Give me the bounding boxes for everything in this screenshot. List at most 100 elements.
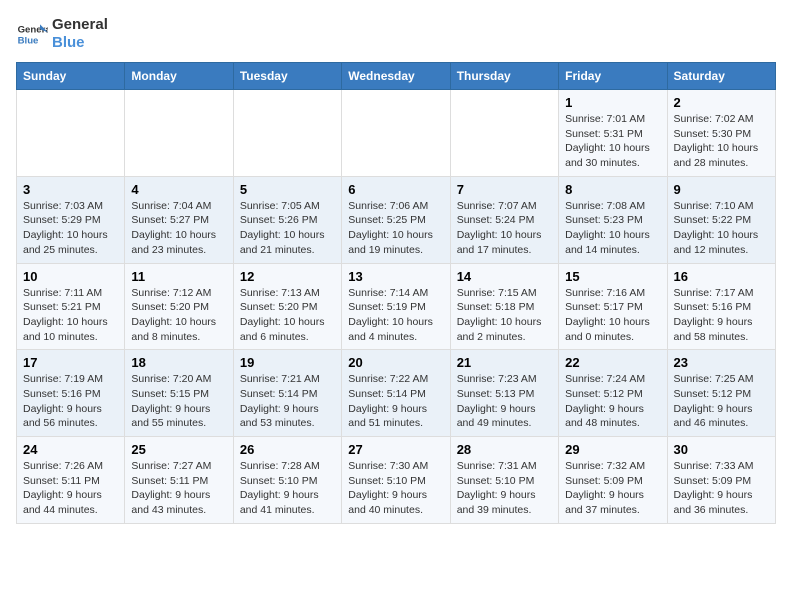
day-number: 3	[23, 182, 118, 197]
day-number: 20	[348, 355, 443, 370]
calendar-cell: 17 Sunrise: 7:19 AM Sunset: 5:16 PM Dayli…	[17, 350, 125, 437]
weekday-header: Tuesday	[233, 63, 341, 90]
day-info: Sunrise: 7:04 AM Sunset: 5:27 PM Dayligh…	[131, 199, 226, 258]
calendar-cell: 1 Sunrise: 7:01 AM Sunset: 5:31 PM Daylig…	[559, 90, 667, 177]
calendar-cell: 25 Sunrise: 7:27 AM Sunset: 5:11 PM Dayli…	[125, 437, 233, 524]
calendar-table: SundayMondayTuesdayWednesdayThursdayFrid…	[16, 62, 776, 524]
weekday-header: Sunday	[17, 63, 125, 90]
calendar-cell: 9 Sunrise: 7:10 AM Sunset: 5:22 PM Daylig…	[667, 176, 775, 263]
day-number: 22	[565, 355, 660, 370]
day-info: Sunrise: 7:10 AM Sunset: 5:22 PM Dayligh…	[674, 199, 769, 258]
day-info: Sunrise: 7:15 AM Sunset: 5:18 PM Dayligh…	[457, 286, 552, 345]
calendar-cell: 24 Sunrise: 7:26 AM Sunset: 5:11 PM Dayli…	[17, 437, 125, 524]
calendar-header: SundayMondayTuesdayWednesdayThursdayFrid…	[17, 63, 776, 90]
calendar-cell: 5 Sunrise: 7:05 AM Sunset: 5:26 PM Daylig…	[233, 176, 341, 263]
calendar-cell: 2 Sunrise: 7:02 AM Sunset: 5:30 PM Daylig…	[667, 90, 775, 177]
calendar-cell	[233, 90, 341, 177]
day-info: Sunrise: 7:05 AM Sunset: 5:26 PM Dayligh…	[240, 199, 335, 258]
day-info: Sunrise: 7:07 AM Sunset: 5:24 PM Dayligh…	[457, 199, 552, 258]
day-number: 24	[23, 442, 118, 457]
day-number: 18	[131, 355, 226, 370]
day-number: 28	[457, 442, 552, 457]
day-info: Sunrise: 7:14 AM Sunset: 5:19 PM Dayligh…	[348, 286, 443, 345]
day-number: 17	[23, 355, 118, 370]
page-header: General Blue General Blue	[16, 16, 776, 52]
day-number: 10	[23, 269, 118, 284]
day-info: Sunrise: 7:33 AM Sunset: 5:09 PM Dayligh…	[674, 459, 769, 518]
day-info: Sunrise: 7:22 AM Sunset: 5:14 PM Dayligh…	[348, 372, 443, 431]
day-number: 27	[348, 442, 443, 457]
weekday-header: Saturday	[667, 63, 775, 90]
calendar-cell: 15Sunrise: 7:16 AM Sunset: 5:17 PM Dayli…	[559, 263, 667, 350]
calendar-cell: 12Sunrise: 7:13 AM Sunset: 5:20 PM Dayli…	[233, 263, 341, 350]
day-number: 25	[131, 442, 226, 457]
day-number: 1	[565, 95, 660, 110]
svg-text:Blue: Blue	[18, 36, 39, 47]
calendar-cell: 8 Sunrise: 7:08 AM Sunset: 5:23 PM Daylig…	[559, 176, 667, 263]
calendar-cell: 20 Sunrise: 7:22 AM Sunset: 5:14 PM Dayli…	[342, 350, 450, 437]
calendar-cell: 13Sunrise: 7:14 AM Sunset: 5:19 PM Dayli…	[342, 263, 450, 350]
day-number: 29	[565, 442, 660, 457]
calendar-cell: 19 Sunrise: 7:21 AM Sunset: 5:14 PM Dayli…	[233, 350, 341, 437]
calendar-cell: 18 Sunrise: 7:20 AM Sunset: 5:15 PM Dayli…	[125, 350, 233, 437]
day-number: 8	[565, 182, 660, 197]
day-number: 23	[674, 355, 769, 370]
calendar-cell	[450, 90, 558, 177]
day-number: 30	[674, 442, 769, 457]
day-number: 15	[565, 269, 660, 284]
calendar-cell: 7 Sunrise: 7:07 AM Sunset: 5:24 PM Daylig…	[450, 176, 558, 263]
day-info: Sunrise: 7:21 AM Sunset: 5:14 PM Dayligh…	[240, 372, 335, 431]
day-info: Sunrise: 7:19 AM Sunset: 5:16 PM Dayligh…	[23, 372, 118, 431]
day-number: 6	[348, 182, 443, 197]
calendar-cell	[125, 90, 233, 177]
calendar-cell: 26 Sunrise: 7:28 AM Sunset: 5:10 PM Dayli…	[233, 437, 341, 524]
calendar-cell: 30 Sunrise: 7:33 AM Sunset: 5:09 PM Dayli…	[667, 437, 775, 524]
day-info: Sunrise: 7:06 AM Sunset: 5:25 PM Dayligh…	[348, 199, 443, 258]
calendar-cell: 4 Sunrise: 7:04 AM Sunset: 5:27 PM Daylig…	[125, 176, 233, 263]
calendar-cell: 21 Sunrise: 7:23 AM Sunset: 5:13 PM Dayli…	[450, 350, 558, 437]
calendar-cell: 22Sunrise: 7:24 AM Sunset: 5:12 PM Dayli…	[559, 350, 667, 437]
calendar-cell: 29 Sunrise: 7:32 AM Sunset: 5:09 PM Dayli…	[559, 437, 667, 524]
day-number: 14	[457, 269, 552, 284]
day-number: 12	[240, 269, 335, 284]
day-info: Sunrise: 7:23 AM Sunset: 5:13 PM Dayligh…	[457, 372, 552, 431]
calendar-cell: 10 Sunrise: 7:11 AM Sunset: 5:21 PM Dayli…	[17, 263, 125, 350]
day-number: 2	[674, 95, 769, 110]
day-number: 19	[240, 355, 335, 370]
day-number: 11	[131, 269, 226, 284]
day-info: Sunrise: 7:12 AM Sunset: 5:20 PM Dayligh…	[131, 286, 226, 345]
calendar-cell	[342, 90, 450, 177]
day-info: Sunrise: 7:20 AM Sunset: 5:15 PM Dayligh…	[131, 372, 226, 431]
day-info: Sunrise: 7:27 AM Sunset: 5:11 PM Dayligh…	[131, 459, 226, 518]
calendar-cell: 3Sunrise: 7:03 AM Sunset: 5:29 PM Daylig…	[17, 176, 125, 263]
day-number: 26	[240, 442, 335, 457]
calendar-cell: 14 Sunrise: 7:15 AM Sunset: 5:18 PM Dayli…	[450, 263, 558, 350]
weekday-header: Wednesday	[342, 63, 450, 90]
calendar-cell: 28 Sunrise: 7:31 AM Sunset: 5:10 PM Dayli…	[450, 437, 558, 524]
day-info: Sunrise: 7:31 AM Sunset: 5:10 PM Dayligh…	[457, 459, 552, 518]
day-info: Sunrise: 7:26 AM Sunset: 5:11 PM Dayligh…	[23, 459, 118, 518]
logo-text: General Blue	[52, 16, 108, 52]
weekday-header: Thursday	[450, 63, 558, 90]
calendar-cell	[17, 90, 125, 177]
day-info: Sunrise: 7:02 AM Sunset: 5:30 PM Dayligh…	[674, 112, 769, 171]
calendar-cell: 23 Sunrise: 7:25 AM Sunset: 5:12 PM Dayli…	[667, 350, 775, 437]
weekday-header: Friday	[559, 63, 667, 90]
day-number: 7	[457, 182, 552, 197]
day-info: Sunrise: 7:32 AM Sunset: 5:09 PM Dayligh…	[565, 459, 660, 518]
logo-icon: General Blue	[16, 18, 48, 50]
day-number: 9	[674, 182, 769, 197]
calendar-cell: 27Sunrise: 7:30 AM Sunset: 5:10 PM Dayli…	[342, 437, 450, 524]
day-info: Sunrise: 7:25 AM Sunset: 5:12 PM Dayligh…	[674, 372, 769, 431]
day-info: Sunrise: 7:28 AM Sunset: 5:10 PM Dayligh…	[240, 459, 335, 518]
day-number: 5	[240, 182, 335, 197]
day-number: 21	[457, 355, 552, 370]
day-number: 4	[131, 182, 226, 197]
day-info: Sunrise: 7:17 AM Sunset: 5:16 PM Dayligh…	[674, 286, 769, 345]
calendar-cell: 16Sunrise: 7:17 AM Sunset: 5:16 PM Dayli…	[667, 263, 775, 350]
day-info: Sunrise: 7:11 AM Sunset: 5:21 PM Dayligh…	[23, 286, 118, 345]
logo: General Blue General Blue	[16, 16, 108, 52]
calendar-cell: 6 Sunrise: 7:06 AM Sunset: 5:25 PM Daylig…	[342, 176, 450, 263]
day-info: Sunrise: 7:08 AM Sunset: 5:23 PM Dayligh…	[565, 199, 660, 258]
day-info: Sunrise: 7:01 AM Sunset: 5:31 PM Dayligh…	[565, 112, 660, 171]
